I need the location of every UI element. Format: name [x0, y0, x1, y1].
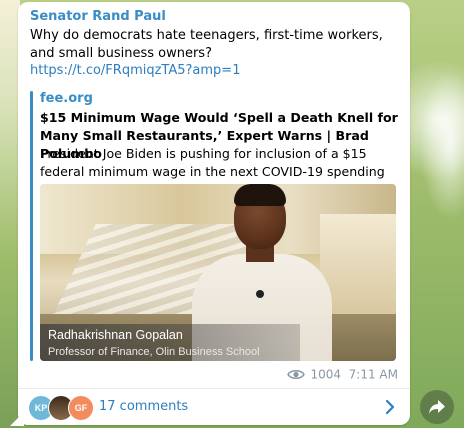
preview-image[interactable]: Radhakrishnan Gopalan Professor of Finan… — [40, 184, 396, 361]
share-icon — [429, 400, 445, 414]
caption-title: Professor of Finance, Olin Business Scho… — [48, 346, 260, 358]
link-preview[interactable]: fee.org $15 Minimum Wage Would ‘Spell a … — [30, 91, 400, 361]
commenter-avatars[interactable]: KP GF — [28, 395, 98, 421]
background-decoration — [420, 70, 464, 220]
preview-site-name: fee.org — [40, 91, 93, 106]
eye-icon — [287, 370, 306, 379]
preview-accent-bar — [30, 91, 33, 361]
sender-name[interactable]: Senator Rand Paul — [30, 9, 166, 24]
message-text: Why do democrats hate teenagers, first-t… — [30, 28, 383, 61]
person-hair — [234, 184, 286, 206]
avatar: GF — [68, 395, 94, 421]
view-count: 1004 — [310, 367, 342, 382]
message-meta: 1004 7:11 AM — [287, 367, 398, 382]
comments-link[interactable]: 17 comments — [99, 399, 188, 414]
message-time: 7:11 AM — [348, 367, 398, 382]
message-bubble: Senator Rand Paul Why do democrats hate … — [18, 2, 410, 425]
caption-name: Radhakrishnan Gopalan — [48, 328, 183, 342]
lapel-mic — [256, 290, 264, 298]
background-left — [0, 0, 20, 428]
chevron-right-icon[interactable] — [384, 399, 396, 415]
message-link[interactable]: https://t.co/FRqmiqzTA5?amp=1 — [30, 63, 240, 78]
share-button[interactable] — [420, 390, 454, 424]
comments-divider — [18, 388, 410, 389]
